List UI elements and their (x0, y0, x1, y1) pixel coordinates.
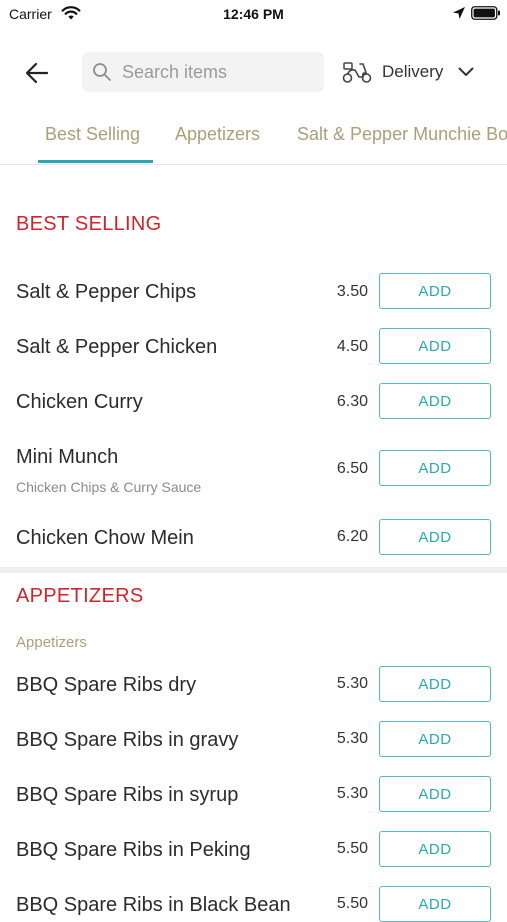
item-price: 5.50 (336, 840, 368, 857)
item-price: 5.50 (336, 895, 368, 912)
item-name: Chicken Chow Mein (16, 527, 194, 549)
item-price: 5.30 (336, 730, 368, 747)
battery-icon (471, 6, 500, 20)
search-input[interactable] (120, 60, 314, 84)
subcategory-label: Appetizers (16, 634, 87, 651)
item-name: Mini Munch (16, 446, 119, 468)
add-button[interactable]: ADD (379, 328, 491, 364)
chevron-down-icon (458, 67, 474, 76)
add-button[interactable]: ADD (379, 776, 491, 812)
clock: 12:46 PM (223, 6, 284, 22)
category-tabs: Best Selling Appetizers Salt & Pepper Mu… (0, 110, 507, 165)
item-price: 6.30 (336, 393, 368, 410)
item-description: Chicken Chips & Curry Sauce (16, 479, 202, 495)
item-price: 6.20 (336, 528, 368, 545)
item-name: BBQ Spare Ribs dry (16, 674, 197, 696)
add-button[interactable]: ADD (379, 886, 491, 922)
item-name: BBQ Spare Ribs in Black Bean (16, 894, 291, 916)
item-price: 5.30 (336, 785, 368, 802)
item-price: 5.30 (336, 675, 368, 692)
tab-salt-pepper-munchie-box[interactable]: Salt & Pepper Munchie Box (297, 124, 507, 145)
delivery-mode-selector[interactable]: Delivery (342, 56, 492, 88)
section-title-appetizers: APPETIZERS (16, 585, 144, 607)
tab-best-selling[interactable]: Best Selling (45, 124, 140, 145)
add-button[interactable]: ADD (379, 666, 491, 702)
item-name: BBQ Spare Ribs in syrup (16, 784, 239, 806)
item-price: 4.50 (336, 338, 368, 355)
item-price: 3.50 (336, 283, 368, 300)
add-button[interactable]: ADD (379, 519, 491, 555)
search-box[interactable] (82, 52, 324, 92)
add-button[interactable]: ADD (379, 831, 491, 867)
item-price: 6.50 (336, 460, 368, 477)
section-title-best-selling: BEST SELLING (16, 213, 162, 235)
add-button[interactable]: ADD (379, 273, 491, 309)
delivery-label: Delivery (382, 62, 444, 81)
item-name: Salt & Pepper Chips (16, 281, 197, 303)
add-button[interactable]: ADD (379, 450, 491, 486)
arrow-left-icon (25, 62, 49, 84)
status-bar: Carrier 12:46 PM (0, 0, 507, 30)
tab-appetizers[interactable]: Appetizers (175, 124, 260, 145)
section-divider (0, 567, 507, 573)
add-button[interactable]: ADD (379, 383, 491, 419)
back-button[interactable] (20, 56, 54, 90)
item-name: Salt & Pepper Chicken (16, 336, 218, 358)
item-name: Chicken Curry (16, 391, 143, 413)
item-name: BBQ Spare Ribs in gravy (16, 729, 239, 751)
item-name: BBQ Spare Ribs in Peking (16, 839, 251, 861)
location-arrow-icon (453, 7, 465, 19)
active-tab-indicator (38, 160, 153, 163)
scooter-icon (342, 62, 372, 83)
add-button[interactable]: ADD (379, 721, 491, 757)
search-icon (93, 63, 111, 81)
